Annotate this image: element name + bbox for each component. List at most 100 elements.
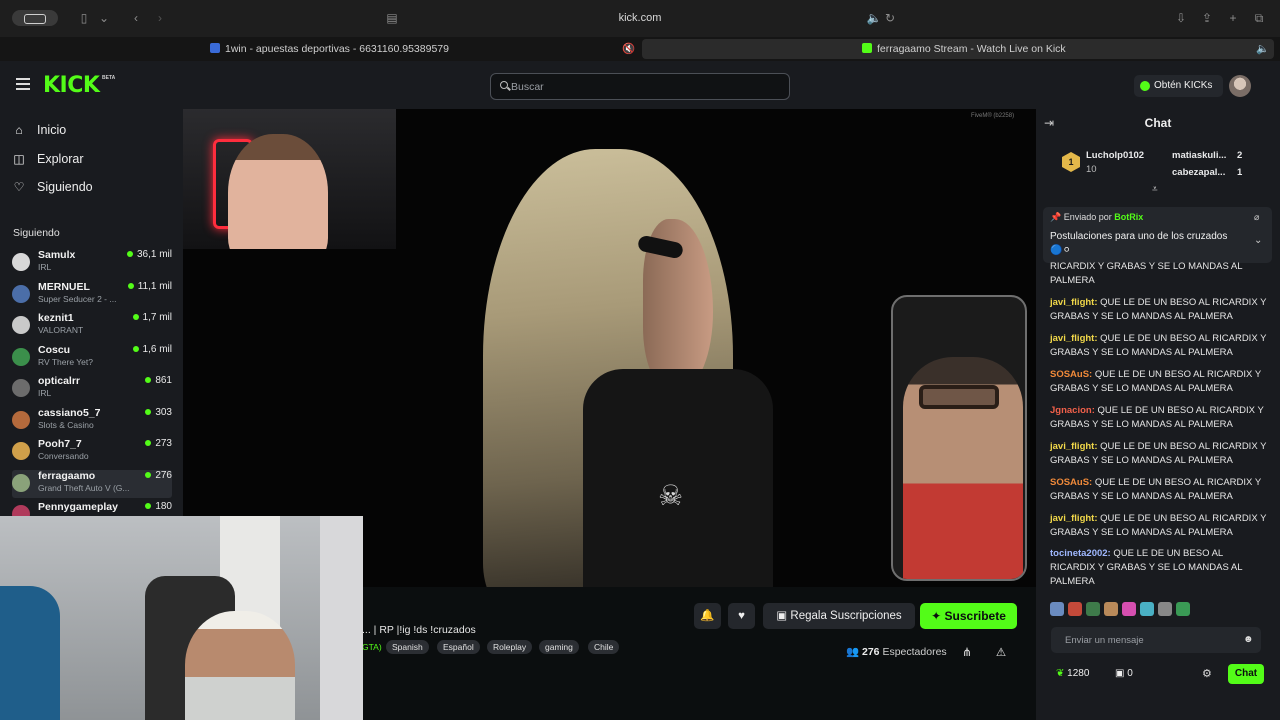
following-viewers: 1,6 mil (133, 344, 172, 355)
kick-logo[interactable]: KICK (43, 73, 100, 98)
chat-username[interactable]: SOSAuS: (1050, 369, 1092, 380)
settings-gear-icon[interactable]: ⚙ (1202, 667, 1212, 680)
avatar (12, 253, 30, 271)
chat-username[interactable]: Jgnacion: (1050, 405, 1095, 416)
back-button[interactable]: ‹ (126, 9, 146, 27)
following-viewers: 180 (145, 501, 172, 512)
download-icon[interactable]: ⇩ (1171, 9, 1191, 27)
points-icon: ❦ (1056, 668, 1068, 679)
chat-username[interactable]: tocineta2002: (1050, 548, 1111, 559)
chevron-down-icon[interactable]: ⌄ (1254, 235, 1262, 246)
emote-icon[interactable] (1158, 602, 1172, 616)
following-category: RV There Yet? (38, 357, 93, 367)
emote-icon[interactable] (1068, 602, 1082, 616)
window-controls-icon[interactable] (12, 10, 58, 26)
emote-icon[interactable] (1122, 602, 1136, 616)
chat-message: tocineta2002: QUE LE DE UN BESO AL RICAR… (1050, 547, 1270, 589)
skull-icon: ☠ (658, 480, 684, 511)
emote-icon[interactable] (1050, 602, 1064, 616)
compass-icon: ◫ (13, 152, 25, 166)
chat-username[interactable]: javi_flight: (1050, 333, 1098, 344)
emote-icon[interactable] (1104, 602, 1118, 616)
notification-bell-button[interactable]: 🔔 (694, 603, 721, 629)
emoji-icon[interactable]: ☻ (1243, 634, 1254, 645)
following-item[interactable]: MERNUEL Super Seducer 2 - ... 11,1 mil (12, 281, 172, 309)
tag-chile[interactable]: Chile (588, 640, 620, 654)
menu-icon[interactable] (16, 78, 30, 90)
report-icon[interactable]: ⚠ (992, 640, 1010, 666)
tab-1win[interactable]: 1win - apuestas deportivas - 6631160.953… (210, 40, 449, 58)
search-box[interactable] (490, 73, 790, 100)
following-viewers: 276 (145, 470, 172, 481)
following-item[interactable]: Samulx IRL 36,1 mil (12, 249, 172, 277)
following-item[interactable]: opticalrr IRL 861 (12, 375, 172, 403)
user-avatar[interactable] (1229, 75, 1251, 97)
tab-kick[interactable]: ferragaamo Stream - Watch Live on Kick (862, 40, 1066, 58)
channel-points[interactable]: ❦ 1280 (1056, 668, 1089, 679)
follow-heart-button[interactable]: ♥ (728, 603, 755, 629)
nav-following[interactable]: ♡ Siguiendo (12, 178, 93, 196)
gift-subs-button[interactable]: ▣ Regala Suscripciones (763, 603, 915, 629)
following-item[interactable]: Coscu RV There Yet? 1,6 mil (12, 344, 172, 372)
emote-icon[interactable] (1086, 602, 1100, 616)
emote-icon[interactable] (1176, 602, 1190, 616)
expand-leaderboard-icon[interactable]: ⩡ (1152, 184, 1158, 195)
webcam-person (185, 611, 295, 720)
following-name: MERNUEL (38, 281, 90, 293)
chat-username[interactable]: javi_flight: (1050, 513, 1098, 524)
reload-icon[interactable]: ↻ (880, 9, 900, 27)
share-icon[interactable]: ⋔ (958, 640, 976, 666)
avatar (12, 442, 30, 460)
following-viewers: 303 (145, 407, 172, 418)
new-tab-icon[interactable]: + (1223, 9, 1243, 27)
sidebar-toggle-icon[interactable]: ▯ (74, 9, 94, 27)
chat-username[interactable]: javi_flight: (1050, 297, 1098, 308)
emote-icon[interactable] (1140, 602, 1154, 616)
chat-input[interactable] (1051, 627, 1261, 653)
following-item[interactable]: Pooh7_7 Conversando 273 (12, 438, 172, 466)
video-character-shirt (583, 369, 773, 587)
search-input[interactable] (511, 78, 771, 96)
following-name: cassiano5_7 (38, 407, 101, 419)
leader-3-name[interactable]: cabezapal... (1172, 167, 1225, 178)
leader-2-name[interactable]: matiaskuli... (1172, 150, 1226, 161)
chevron-down-icon[interactable]: ⌄ (94, 9, 114, 27)
home-icon: ⌂ (15, 123, 23, 137)
get-kicks-button[interactable]: Obtén KICKs (1134, 75, 1223, 97)
kick-favicon-icon (862, 43, 872, 53)
address-bar[interactable]: kick.com (380, 8, 900, 29)
chat-username[interactable]: javi_flight: (1050, 441, 1098, 452)
following-item[interactable]: cassiano5_7 Slots & Casino 303 (12, 407, 172, 435)
avatar (12, 379, 30, 397)
forward-button[interactable]: › (150, 9, 170, 27)
send-chat-button[interactable]: Chat (1228, 664, 1264, 684)
tab-audio-icon[interactable]: 🔈 (1256, 40, 1269, 58)
tag-spanish[interactable]: Spanish (386, 640, 429, 654)
chat-username[interactable]: SOSAuS: (1050, 477, 1092, 488)
chat-message: javi_flight: QUE LE DE UN BESO AL RICARD… (1050, 296, 1270, 324)
chat-message: javi_flight: QUE LE DE UN BESO AL RICARD… (1050, 440, 1270, 468)
unpin-icon[interactable]: ⌀ (1254, 212, 1259, 223)
share-icon[interactable]: ⇪ (1197, 9, 1217, 27)
tag-gaming[interactable]: gaming (539, 640, 579, 654)
webcam-curtain (320, 516, 363, 720)
stream-title: ... | RP |!ig !ds !cruzados (362, 624, 476, 636)
nav-home[interactable]: ⌂ Inicio (12, 121, 66, 139)
gift-count[interactable]: ▣ 0 (1115, 668, 1133, 679)
following-category: Super Seducer 2 - ... (38, 294, 117, 304)
subscribe-button[interactable]: ✦ Suscribete (920, 603, 1017, 629)
following-section-title: Siguiendo (13, 227, 60, 239)
following-item[interactable]: keznit1 VALORANT 1,7 mil (12, 312, 172, 340)
chat-message: SOSAuS: QUE LE DE UN BESO AL RICARDIX Y … (1050, 476, 1270, 504)
tag-roleplay[interactable]: Roleplay (487, 640, 533, 654)
leader-1-name[interactable]: Lucholp0102 (1086, 150, 1144, 161)
following-item[interactable]: ferragaamo Grand Theft Auto V (G... 276 (12, 470, 172, 498)
following-viewers: 36,1 mil (127, 249, 172, 260)
tag-espanol[interactable]: Español (437, 640, 480, 654)
mute-icon[interactable]: 🔇 (622, 40, 635, 58)
following-name: opticalrr (38, 375, 81, 387)
streamer-person (228, 134, 328, 249)
nav-explore[interactable]: ◫ Explorar (12, 150, 83, 168)
category-tag[interactable]: GTA) (362, 640, 382, 654)
tab-overview-icon[interactable]: ⧉ (1249, 9, 1269, 27)
